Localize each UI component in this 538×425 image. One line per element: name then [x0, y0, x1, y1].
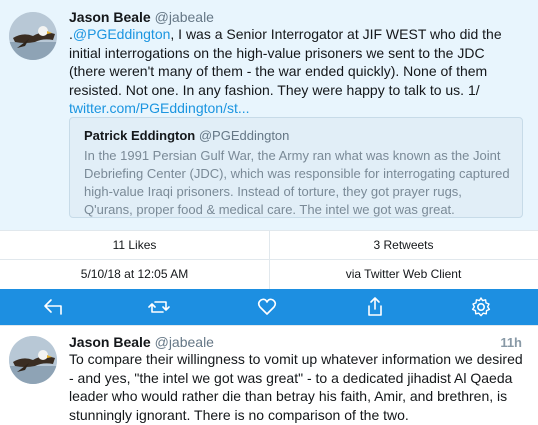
likes-count[interactable]: 11 Likes [0, 231, 269, 260]
avatar[interactable] [9, 336, 57, 384]
quoted-tweet-text: In the 1991 Persian Gulf War, the Army r… [84, 148, 510, 217]
settings-icon[interactable] [470, 296, 492, 318]
tweet-client: via Twitter Web Client [345, 267, 462, 281]
author-handle[interactable]: @jabeale [155, 9, 214, 25]
meta-row: 5/10/18 at 12:05 AM via Twitter Web Clie… [0, 259, 538, 290]
quoted-tweet-card[interactable]: Patrick Eddington @PGEddington In the 19… [69, 117, 523, 218]
reply-tweet-text: To compare their willingness to vomit up… [69, 351, 523, 423]
author-name[interactable]: Jason Beale [69, 9, 151, 25]
quoted-author-handle: @PGEddington [198, 128, 290, 143]
avatar[interactable] [9, 12, 57, 60]
reply-icon[interactable] [42, 296, 64, 318]
reply-timestamp[interactable]: 11h [500, 335, 522, 350]
action-bar [0, 289, 538, 325]
eagle-avatar-icon [9, 336, 57, 384]
quoted-author-line: Patrick Eddington @PGEddington [84, 128, 289, 143]
share-icon[interactable] [364, 296, 386, 318]
tweet-date: 5/10/18 at 12:05 AM [80, 267, 189, 281]
like-icon[interactable] [256, 296, 278, 318]
mention-link[interactable]: @PGEddington [73, 26, 171, 42]
retweets-count[interactable]: 3 Retweets [269, 231, 538, 260]
eagle-avatar-icon [9, 12, 57, 60]
reply-author-line: Jason Beale @jabeale [69, 334, 214, 350]
reply-author-handle[interactable]: @jabeale [155, 334, 214, 350]
reply-author-name[interactable]: Jason Beale [69, 334, 151, 350]
reply-tweet[interactable]: Jason Beale @jabeale 11h To compare thei… [0, 325, 538, 425]
main-tweet[interactable]: Jason Beale @jabeale .@PGEddington, I wa… [0, 0, 538, 230]
retweet-icon[interactable] [148, 296, 170, 318]
author-line: Jason Beale @jabeale [69, 9, 214, 25]
tweet-link[interactable]: twitter.com/PGEddington/st... [69, 100, 250, 116]
tweet-text: .@PGEddington, I was a Senior Interrogat… [69, 25, 521, 118]
engagement-row: 11 Likes 3 Retweets [0, 230, 538, 260]
quoted-author-name: Patrick Eddington [84, 128, 196, 143]
